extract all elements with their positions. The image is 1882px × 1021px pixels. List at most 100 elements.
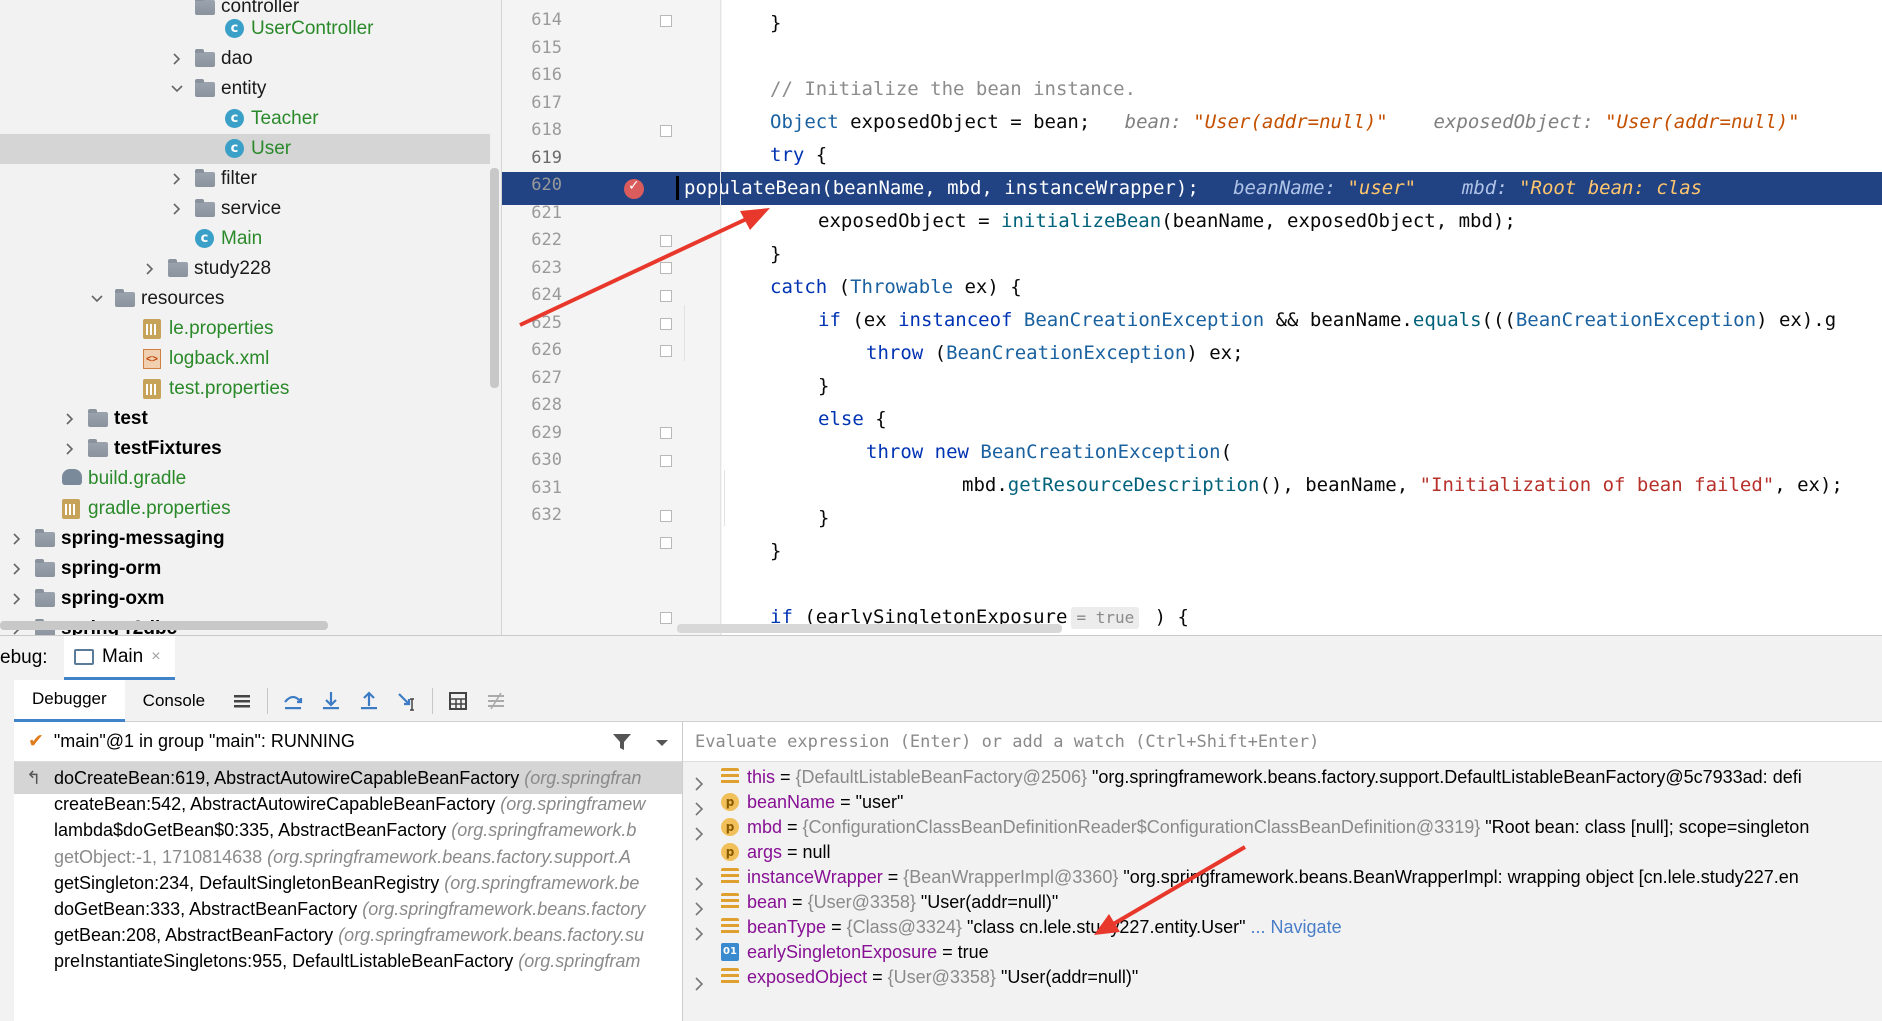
step-into-icon[interactable] [317,687,345,715]
tree-item-label: build.gradle [88,468,187,489]
code-line-617[interactable]: Object exposedObject = bean; bean: "User… [770,106,1800,139]
evaluate-expression-icon[interactable] [444,687,472,715]
tree-item[interactable]: dao [0,44,490,74]
run-to-cursor-icon[interactable] [393,687,421,715]
step-over-icon[interactable] [279,687,307,715]
breakpoint-icon[interactable] [624,178,644,199]
frame-package: (org.springfran [524,768,642,788]
tree-item[interactable]: c Teacher [0,104,490,134]
navigate-link[interactable]: ... Navigate [1246,917,1342,937]
code-line-614[interactable]: } [770,7,781,40]
code-line-625[interactable]: } [818,370,829,403]
tree-item[interactable]: gradle.properties [0,494,490,524]
code-line-620[interactable]: exposedObject = initializeBean(beanName,… [818,205,1516,238]
tree-item[interactable]: resources [0,284,490,314]
folder-icon [88,409,108,429]
code-line-629[interactable]: } [818,502,829,535]
code-line-622[interactable]: catch (Throwable ex) { [770,271,1022,304]
chevron-right-icon[interactable] [10,592,24,606]
chevron-right-icon[interactable] [170,52,184,66]
tree-item[interactable]: c Main [0,224,490,254]
code-line-630[interactable]: } [770,535,781,568]
tree-item[interactable]: study228 [0,254,490,284]
variable-value: "user" [855,792,904,812]
chevron-right-icon[interactable] [143,262,157,276]
code-line-623[interactable]: if (ex instanceof BeanCreationException … [818,304,1836,337]
tree-item[interactable]: spring-orm [0,554,490,584]
line-number: 629 [531,422,562,443]
chevron-right-icon[interactable] [693,870,705,891]
chevron-right-icon[interactable] [693,920,705,941]
tree-item[interactable]: entity [0,74,490,104]
editor-horizontal-scrollbar[interactable] [677,624,1062,633]
tree-scrollbar[interactable] [490,168,499,388]
code-line-621[interactable]: } [770,238,781,271]
frame-method: doGetBean:333, AbstractBeanFactory [54,899,363,919]
chevron-down-icon[interactable] [654,732,670,752]
chevron-right-icon[interactable] [10,562,24,576]
chevron-right-icon[interactable] [170,202,184,216]
chevron-right-icon[interactable] [693,770,705,791]
code-line-624[interactable]: throw (BeanCreationException) ex; [866,337,1244,370]
tab-debugger[interactable]: Debugger [14,679,125,722]
code-line-626[interactable]: else { [818,403,887,436]
trace-icon[interactable] [482,687,510,715]
fold-marker[interactable] [660,125,672,137]
line-number: 624 [531,285,562,305]
variable-row[interactable]: exposedObject = {User@3358} "User(addr=n… [683,962,1882,992]
tree-item[interactable]: filter [0,164,490,194]
code-line-618[interactable]: try { [770,139,827,172]
fold-marker[interactable] [660,537,672,549]
tree-item[interactable]: <> logback.xml [0,344,490,374]
tree-horizontal-scrollbar[interactable] [0,621,328,630]
tree-item[interactable]: spring-messaging [0,524,490,554]
fold-marker[interactable] [660,455,672,467]
tree-item[interactable]: test.properties [0,374,490,404]
chevron-down-icon[interactable] [170,82,184,96]
chevron-right-icon[interactable] [693,895,705,916]
tree-item[interactable]: spring-oxm [0,584,490,614]
chevron-right-icon[interactable] [693,970,705,991]
fold-marker[interactable] [660,510,672,522]
fold-marker[interactable] [660,427,672,439]
thread-selector[interactable]: ✔ "main"@1 in group "main": RUNNING [14,722,682,762]
chevron-right-icon[interactable] [693,795,705,816]
fold-marker[interactable] [660,345,672,357]
fold-marker[interactable] [660,235,672,247]
debug-session-tab[interactable]: Main × [64,636,175,680]
tree-item[interactable]: testFixtures [0,434,490,464]
fold-marker[interactable] [660,262,672,274]
chevron-right-icon[interactable] [63,442,77,456]
fold-marker[interactable] [660,318,672,330]
chevron-right-icon[interactable] [693,820,705,841]
filter-icon[interactable] [612,732,632,752]
stack-frame[interactable]: preInstantiateSingletons:955, DefaultLis… [14,945,682,977]
tree-item[interactable]: c User [0,134,490,164]
close-icon[interactable]: × [151,648,160,666]
code-line-616[interactable]: // Initialize the bean instance. [770,73,1136,106]
chevron-right-icon[interactable] [170,172,184,186]
chevron-down-icon[interactable] [90,292,104,306]
code-line-628[interactable]: mbd.getResourceDescription(), beanName, … [962,469,1843,502]
chevron-right-icon[interactable] [63,412,77,426]
tab-console[interactable]: Console [125,680,223,722]
tree-item[interactable]: build.gradle [0,464,490,494]
code-line-627[interactable]: throw new BeanCreationException( [866,436,1232,469]
tree-item[interactable]: c UserController [0,14,490,44]
tree-item[interactable]: le.properties [0,314,490,344]
parameter-icon: p [721,818,739,836]
fold-marker[interactable] [660,290,672,302]
menu-lines-icon[interactable] [228,687,256,715]
evaluate-expression-input[interactable]: Evaluate expression (Enter) or add a wat… [683,722,1882,762]
code-line-619[interactable]: populateBean(beanName, mbd, instanceWrap… [684,172,1702,205]
fold-marker[interactable] [660,612,672,624]
frame-method: getBean:208, AbstractBeanFactory [54,925,339,946]
tree-item[interactable]: service [0,194,490,224]
code-editor[interactable]: populateBean(beanName, mbd, instanceWrap… [502,0,1882,635]
chevron-right-icon[interactable] [10,532,24,546]
fold-marker[interactable] [660,15,672,27]
step-out-icon[interactable] [355,687,383,715]
tree-item[interactable]: test [0,404,490,434]
tree-item-label: UserController [251,18,374,39]
variable-name: args [747,842,783,862]
